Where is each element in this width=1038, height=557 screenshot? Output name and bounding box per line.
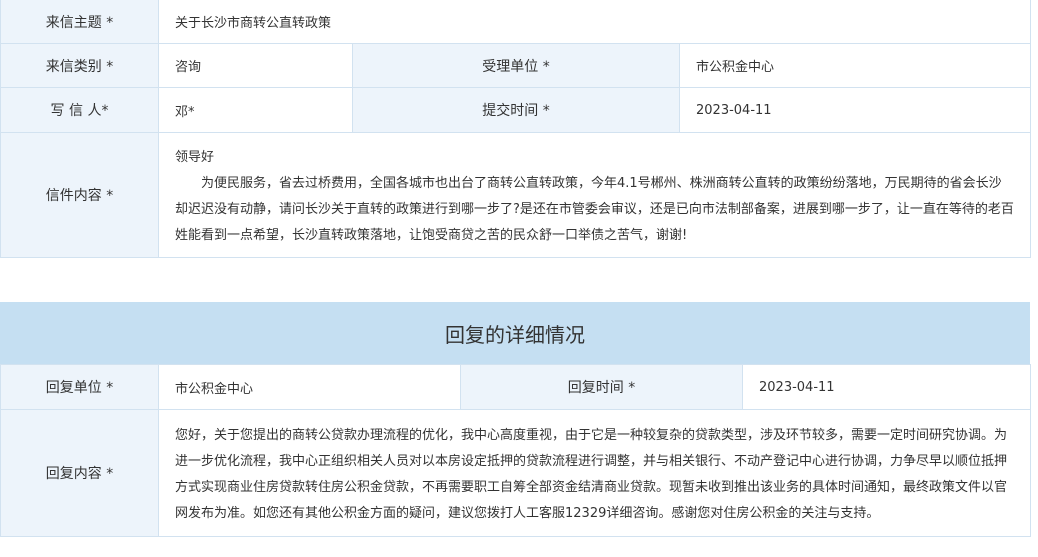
reply-info-table: 回复单位 * 市公积金中心 回复时间 * 2023-04-11 回复内容 * 您… bbox=[0, 364, 1031, 537]
subject-label: 来信主题 * bbox=[0, 0, 159, 44]
category-row: 来信类别 * 咨询 受理单位 * 市公积金中心 bbox=[0, 43, 1031, 88]
letter-content: 领导好 为便民服务，省去过桥费用，全国各城市也出台了商转公直转政策，今年4.1号… bbox=[158, 132, 1031, 258]
subject-row: 来信主题 * 关于长沙市商转公直转政策 bbox=[0, 0, 1031, 44]
reply-time-label: 回复时间 * bbox=[460, 364, 743, 410]
letter-info-table: 来信主题 * 关于长沙市商转公直转政策 来信类别 * 咨询 受理单位 * 市公积… bbox=[0, 0, 1031, 258]
reply-time-value: 2023-04-11 bbox=[742, 364, 1031, 410]
reply-content-label: 回复内容 * bbox=[0, 409, 159, 537]
writer-value: 邓* bbox=[158, 87, 353, 133]
reply-body: 您好，关于您提出的商转公贷款办理流程的优化，我中心高度重视，由于它是一种较复杂的… bbox=[175, 428, 1008, 521]
content-label: 信件内容 * bbox=[0, 132, 159, 258]
unit-label: 受理单位 * bbox=[352, 43, 680, 88]
letter-greeting: 领导好 bbox=[175, 150, 215, 165]
category-value: 咨询 bbox=[158, 43, 353, 88]
reply-content-row: 回复内容 * 您好，关于您提出的商转公贷款办理流程的优化，我中心高度重视，由于它… bbox=[0, 409, 1031, 537]
reply-section-header: 回复的详细情况 bbox=[0, 302, 1030, 364]
reply-content: 您好，关于您提出的商转公贷款办理流程的优化，我中心高度重视，由于它是一种较复杂的… bbox=[158, 409, 1031, 537]
content-row: 信件内容 * 领导好 为便民服务，省去过桥费用，全国各城市也出台了商转公直转政策… bbox=[0, 132, 1031, 258]
category-label: 来信类别 * bbox=[0, 43, 159, 88]
submit-time-value: 2023-04-11 bbox=[679, 87, 1031, 133]
subject-value: 关于长沙市商转公直转政策 bbox=[158, 0, 1031, 44]
reply-unit-label: 回复单位 * bbox=[0, 364, 159, 410]
writer-label: 写 信 人* bbox=[0, 87, 159, 133]
submit-time-label: 提交时间 * bbox=[352, 87, 680, 133]
letter-body: 为便民服务，省去过桥费用，全国各城市也出台了商转公直转政策，今年4.1号郴州、株… bbox=[175, 176, 1014, 243]
reply-unit-value: 市公积金中心 bbox=[158, 364, 461, 410]
writer-row: 写 信 人* 邓* 提交时间 * 2023-04-11 bbox=[0, 87, 1031, 133]
reply-unit-row: 回复单位 * 市公积金中心 回复时间 * 2023-04-11 bbox=[0, 364, 1031, 410]
unit-value: 市公积金中心 bbox=[679, 43, 1031, 88]
